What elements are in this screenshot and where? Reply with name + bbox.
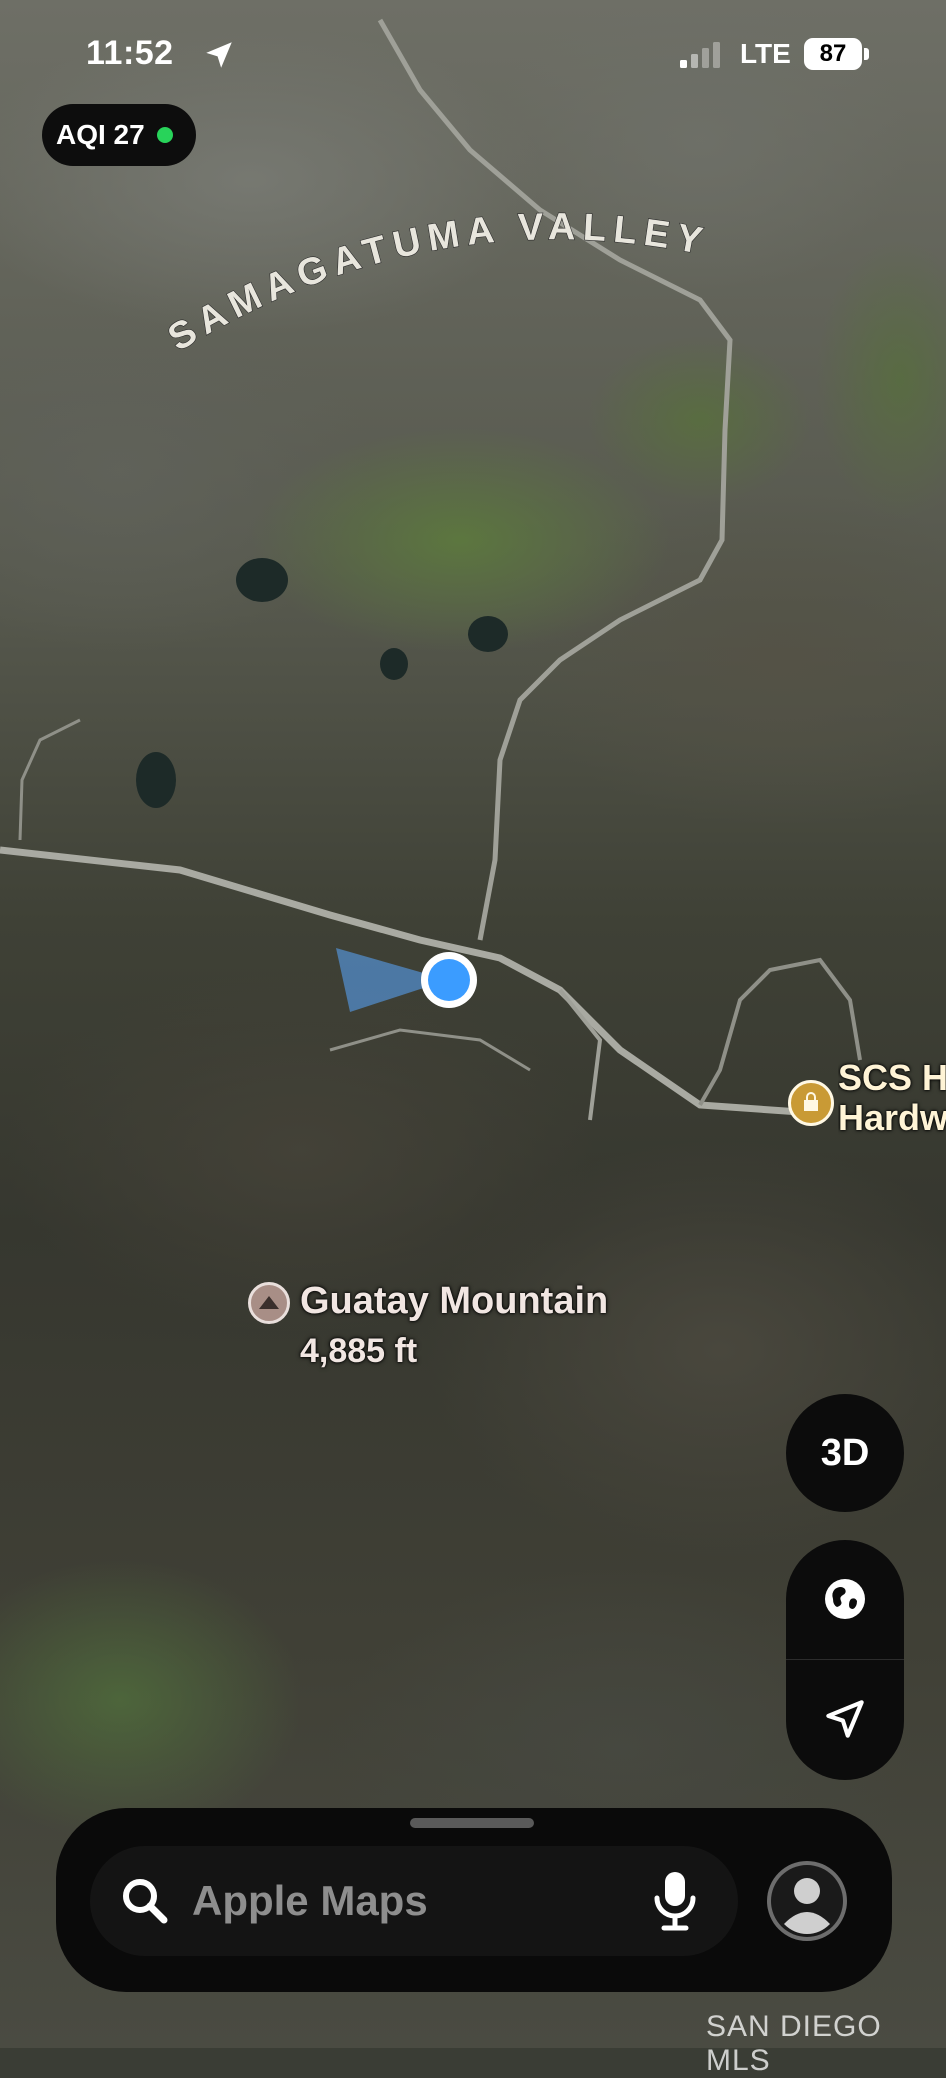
- lake: [236, 558, 288, 602]
- road-side: [329, 1028, 531, 1072]
- lake: [136, 752, 176, 808]
- toggle-3d-button[interactable]: 3D: [786, 1394, 904, 1512]
- map-mode-button[interactable]: [786, 1540, 904, 1658]
- globe-icon: [825, 1579, 865, 1619]
- microphone-icon[interactable]: [650, 1870, 700, 1932]
- battery-tip: [864, 48, 869, 60]
- aqi-badge[interactable]: AQI 27: [42, 104, 196, 166]
- location-arrow-icon: [826, 1700, 864, 1738]
- road-side: [18, 718, 81, 841]
- signal-strength-icon: [680, 42, 720, 68]
- sheet-grabber[interactable]: [410, 1818, 534, 1828]
- mountain-peak-icon[interactable]: [248, 1282, 290, 1324]
- poi-shop-name[interactable]: SCS H Hardw: [838, 1058, 946, 1138]
- lake: [468, 616, 508, 652]
- map-control-stack: [786, 1540, 904, 1780]
- aqi-label: AQI 27: [56, 119, 145, 150]
- bag-icon[interactable]: [788, 1080, 834, 1126]
- aqi-status-dot: [156, 127, 173, 143]
- mountain-elevation: 4,885 ft: [300, 1332, 418, 1370]
- search-icon: [123, 1879, 168, 1924]
- battery-indicator: 87: [804, 38, 862, 70]
- user-location-dot-core: [428, 959, 470, 1001]
- road-north: [377, 18, 733, 941]
- track-location-button[interactable]: [786, 1660, 904, 1778]
- watermark: SAN DIEGO MLS: [706, 2010, 882, 2077]
- location-services-icon: [206, 42, 232, 68]
- account-icon[interactable]: [764, 1858, 850, 1944]
- mountain-name[interactable]: Guatay Mountain: [300, 1280, 608, 1323]
- search-placeholder[interactable]: Apple Maps: [192, 1874, 428, 1928]
- road-side: [698, 957, 862, 1106]
- status-time: 11:52: [86, 34, 174, 72]
- lake: [380, 648, 408, 680]
- network-type: LTE: [740, 38, 791, 69]
